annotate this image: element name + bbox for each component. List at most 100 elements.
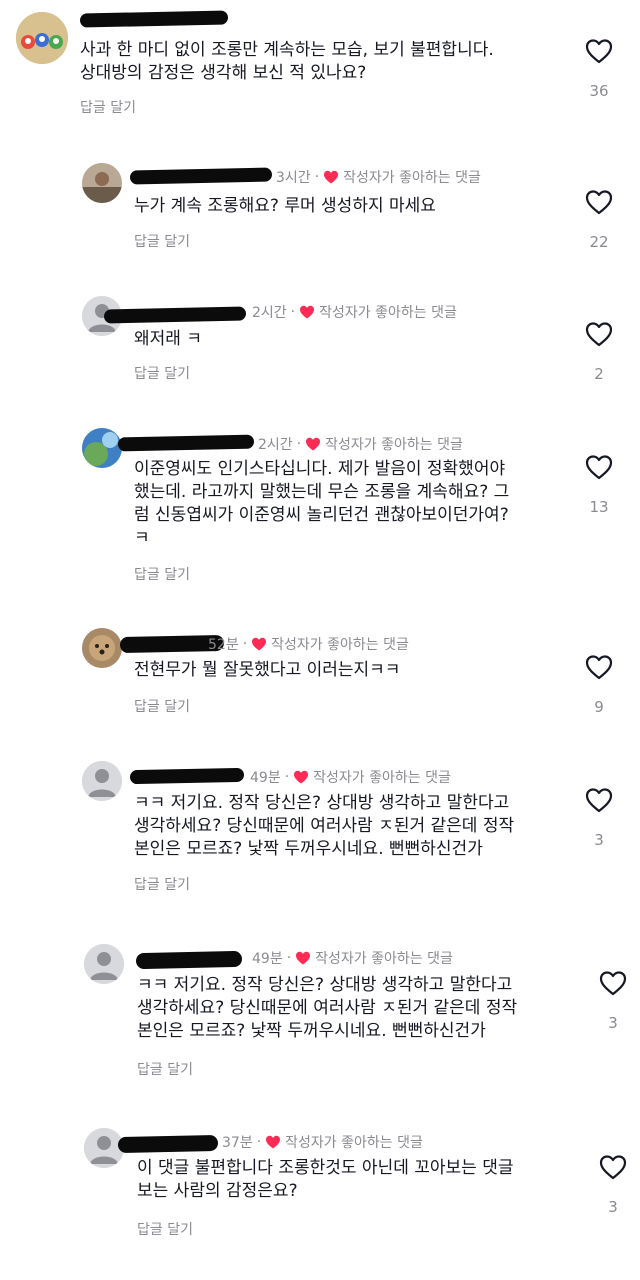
comment-text: 전현무가 뭘 잘못했다고 이러는지ㅋㅋ bbox=[134, 660, 401, 680]
comment-time: 3시간 bbox=[276, 170, 311, 186]
meta-separator: · bbox=[286, 950, 292, 966]
comment-item: 49분 · 작성자가 좋아하는 댓글 ㅋㅋ 저기요. 정작 당신은? 상대방 생… bbox=[0, 938, 640, 1088]
comment-text: ㅋㅋ 저기요. 정작 당신은? 상대방 생각하고 말한다고 생각하세요? 당신때… bbox=[134, 793, 515, 859]
heart-outline-icon bbox=[599, 971, 627, 996]
comment-time: 37분 bbox=[222, 1135, 253, 1151]
creator-liked-label: 작성자가 좋아하는 댓글 bbox=[313, 770, 451, 786]
default-avatar-icon bbox=[84, 944, 124, 984]
redacted-username bbox=[129, 767, 245, 785]
redacted-username bbox=[135, 950, 243, 970]
heart-filled-icon bbox=[251, 636, 267, 652]
reply-button[interactable]: 답글 달기 bbox=[80, 97, 136, 117]
creator-liked-label: 작성자가 좋아하는 댓글 bbox=[271, 637, 409, 653]
avatar-image bbox=[82, 163, 122, 203]
default-avatar-icon bbox=[82, 761, 122, 801]
like-button[interactable]: 13 bbox=[579, 454, 619, 516]
comment-text: 이 댓글 불편합니다 조롱한것도 아닌데 꼬아보는 댓글 보는 사람의 감정은요… bbox=[137, 1158, 514, 1201]
comment-time: 52분 bbox=[208, 637, 239, 653]
comment-time: 2시간 bbox=[258, 437, 293, 453]
like-button[interactable]: 2 bbox=[579, 321, 619, 383]
comment-meta: 49분 · 작성자가 좋아하는 댓글 bbox=[252, 948, 453, 968]
creator-liked-label: 작성자가 좋아하는 댓글 bbox=[325, 437, 463, 453]
redacted-username bbox=[117, 434, 255, 452]
comment-time: 49분 bbox=[252, 951, 283, 967]
comment-meta: 52분 · 작성자가 좋아하는 댓글 bbox=[208, 634, 409, 654]
reply-button[interactable]: 답글 달기 bbox=[137, 1219, 193, 1239]
like-count: 3 bbox=[594, 831, 604, 849]
heart-outline-icon bbox=[585, 322, 613, 347]
comment-text: 사과 한 마디 없이 조롱만 계속하는 모습, 보기 불편합니다. 상대방의 감… bbox=[80, 40, 494, 83]
like-count: 36 bbox=[589, 82, 609, 100]
like-count: 2 bbox=[594, 365, 604, 383]
comment-time: 2시간 bbox=[252, 305, 287, 321]
heart-outline-icon bbox=[585, 455, 613, 480]
comment-meta: 2시간 · 작성자가 좋아하는 댓글 bbox=[252, 302, 457, 322]
reply-button[interactable]: 답글 달기 bbox=[134, 874, 190, 894]
heart-filled-icon bbox=[305, 436, 321, 452]
redacted-username bbox=[103, 306, 247, 324]
comment-meta: 2시간 · 작성자가 좋아하는 댓글 bbox=[258, 434, 463, 454]
like-count: 3 bbox=[608, 1014, 618, 1032]
avatar[interactable] bbox=[82, 163, 122, 203]
comment-item: 37분 · 작성자가 좋아하는 댓글 이 댓글 불편합니다 조롱한것도 아닌데 … bbox=[0, 1122, 640, 1272]
heart-outline-icon bbox=[599, 1155, 627, 1180]
like-count: 22 bbox=[589, 233, 609, 251]
comment-text: ㅋㅋ 저기요. 정작 당신은? 상대방 생각하고 말한다고 생각하세요? 당신때… bbox=[137, 975, 518, 1041]
reply-button[interactable]: 답글 달기 bbox=[134, 564, 190, 584]
avatar[interactable] bbox=[82, 428, 122, 468]
comment-meta: 37분 · 작성자가 좋아하는 댓글 bbox=[222, 1132, 423, 1152]
avatar-image bbox=[82, 628, 122, 668]
avatar[interactable] bbox=[82, 628, 122, 668]
like-button[interactable]: 3 bbox=[593, 1154, 633, 1216]
comment-item: 2시간 · 작성자가 좋아하는 댓글 이준영씨도 인기스타십니다. 제가 발음이… bbox=[0, 422, 640, 592]
heart-filled-icon bbox=[265, 1134, 281, 1150]
redacted-username bbox=[79, 10, 229, 28]
heart-filled-icon bbox=[299, 304, 315, 320]
reply-button[interactable]: 답글 달기 bbox=[134, 696, 190, 716]
meta-separator: · bbox=[314, 169, 320, 185]
creator-liked-label: 작성자가 좋아하는 댓글 bbox=[319, 305, 457, 321]
avatar-image bbox=[82, 428, 122, 468]
reply-button[interactable]: 답글 달기 bbox=[134, 231, 190, 251]
like-count: 13 bbox=[589, 498, 609, 516]
like-button[interactable]: 3 bbox=[579, 787, 619, 849]
heart-outline-icon bbox=[585, 190, 613, 215]
avatar[interactable] bbox=[82, 761, 122, 801]
comment-meta: 3시간 · 작성자가 좋아하는 댓글 bbox=[276, 167, 481, 187]
like-button[interactable]: 36 bbox=[579, 38, 619, 100]
redacted-username bbox=[117, 1134, 219, 1154]
comment-meta: 49분 · 작성자가 좋아하는 댓글 bbox=[250, 767, 451, 787]
meta-separator: · bbox=[284, 769, 290, 785]
avatar[interactable] bbox=[16, 12, 68, 64]
meta-separator: · bbox=[296, 436, 302, 452]
meta-separator: · bbox=[242, 636, 248, 652]
heart-filled-icon bbox=[295, 950, 311, 966]
heart-filled-icon bbox=[323, 169, 339, 185]
meta-separator: · bbox=[256, 1134, 262, 1150]
like-button[interactable]: 9 bbox=[579, 654, 619, 716]
like-button[interactable]: 22 bbox=[579, 189, 619, 251]
comment-item: 49분 · 작성자가 좋아하는 댓글 ㅋㅋ 저기요. 정작 당신은? 상대방 생… bbox=[0, 755, 640, 905]
like-count: 9 bbox=[594, 698, 604, 716]
comment-text: 누가 계속 조롱해요? 루머 생성하지 마세요 bbox=[134, 196, 436, 216]
reply-button[interactable]: 답글 달기 bbox=[137, 1059, 193, 1079]
creator-liked-label: 작성자가 좋아하는 댓글 bbox=[285, 1135, 423, 1151]
comment-item: 2시간 · 작성자가 좋아하는 댓글 왜저래 ㅋ 답글 달기 2 bbox=[0, 290, 640, 400]
like-button[interactable]: 3 bbox=[593, 970, 633, 1032]
reply-button[interactable]: 답글 달기 bbox=[134, 363, 190, 383]
comment-text: 이준영씨도 인기스타십니다. 제가 발음이 정확했어야 했는데. 라고까지 말했… bbox=[134, 459, 510, 548]
comment-item: 사과 한 마디 없이 조롱만 계속하는 모습, 보기 불편합니다. 상대방의 감… bbox=[0, 0, 640, 130]
comment-item: 3시간 · 작성자가 좋아하는 댓글 누가 계속 조롱해요? 루머 생성하지 마… bbox=[0, 155, 640, 265]
avatar[interactable] bbox=[84, 944, 124, 984]
comment-time: 49분 bbox=[250, 770, 281, 786]
redacted-username bbox=[129, 167, 273, 185]
comment-text: 왜저래 ㅋ bbox=[134, 329, 202, 349]
heart-outline-icon bbox=[585, 788, 613, 813]
heart-outline-icon bbox=[585, 39, 613, 64]
heart-outline-icon bbox=[585, 655, 613, 680]
heart-filled-icon bbox=[293, 769, 309, 785]
like-count: 3 bbox=[608, 1198, 618, 1216]
avatar-image bbox=[16, 12, 68, 64]
comment-item: 52분 · 작성자가 좋아하는 댓글 전현무가 뭘 잘못했다고 이러는지ㅋㅋ 답… bbox=[0, 622, 640, 732]
meta-separator: · bbox=[290, 304, 296, 320]
